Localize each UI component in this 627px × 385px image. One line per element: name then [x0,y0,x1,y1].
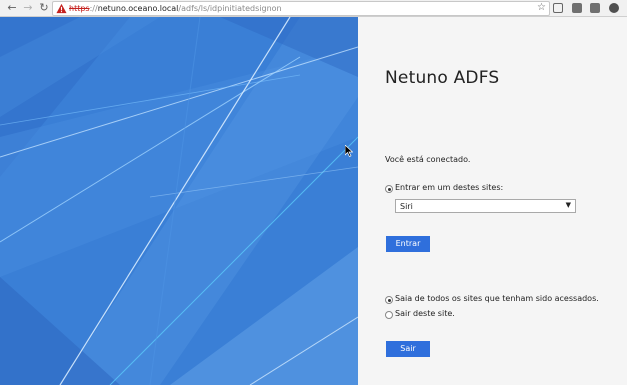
signin-button[interactable]: Entrar [386,236,430,252]
browser-toolbar: ← → ↻ https://netuno.oceano.local/adfs/l… [0,0,627,17]
forward-icon[interactable]: → [21,1,35,15]
url-text[interactable]: https://netuno.oceano.local/adfs/ls/idpi… [69,2,282,15]
url-host: netuno.oceano.local [97,4,179,13]
extension-icon[interactable] [609,3,619,13]
connected-message: Você está conectado. [385,155,471,164]
cursor-icon [345,145,353,157]
signout-this-radio[interactable] [385,311,393,319]
extension-icon[interactable] [590,3,600,13]
url-scheme: https [69,4,90,13]
signout-all-label[interactable]: Saia de todos os sites que tenham sido a… [395,294,599,303]
signout-button[interactable]: Sair [386,341,430,357]
url-separator: :// [89,4,98,13]
extension-icon[interactable] [572,3,582,13]
cast-icon[interactable] [553,3,563,13]
illustration-graphic [0,17,358,385]
reload-icon[interactable]: ↻ [37,1,51,15]
back-icon[interactable]: ← [5,1,19,15]
page-title: Netuno ADFS [385,68,500,88]
chevron-down-icon: ▼ [565,201,571,209]
signin-radio-label[interactable]: Entrar em um destes sites: [395,183,503,192]
signon-panel: Netuno ADFS Você está conectado. Entrar … [358,17,627,385]
site-select-value: Siri [400,202,413,211]
signout-all-radio[interactable] [385,296,393,304]
site-select[interactable]: Siri ▼ [395,199,576,213]
star-icon[interactable]: ☆ [537,1,546,15]
background-illustration [0,17,358,385]
url-path: /adfs/ls/idpinitiatedsignon [178,4,282,13]
address-bar[interactable]: https://netuno.oceano.local/adfs/ls/idpi… [52,1,550,16]
signin-radio[interactable] [385,185,393,193]
signout-this-label[interactable]: Sair deste site. [395,309,455,318]
warning-icon[interactable] [56,3,67,14]
